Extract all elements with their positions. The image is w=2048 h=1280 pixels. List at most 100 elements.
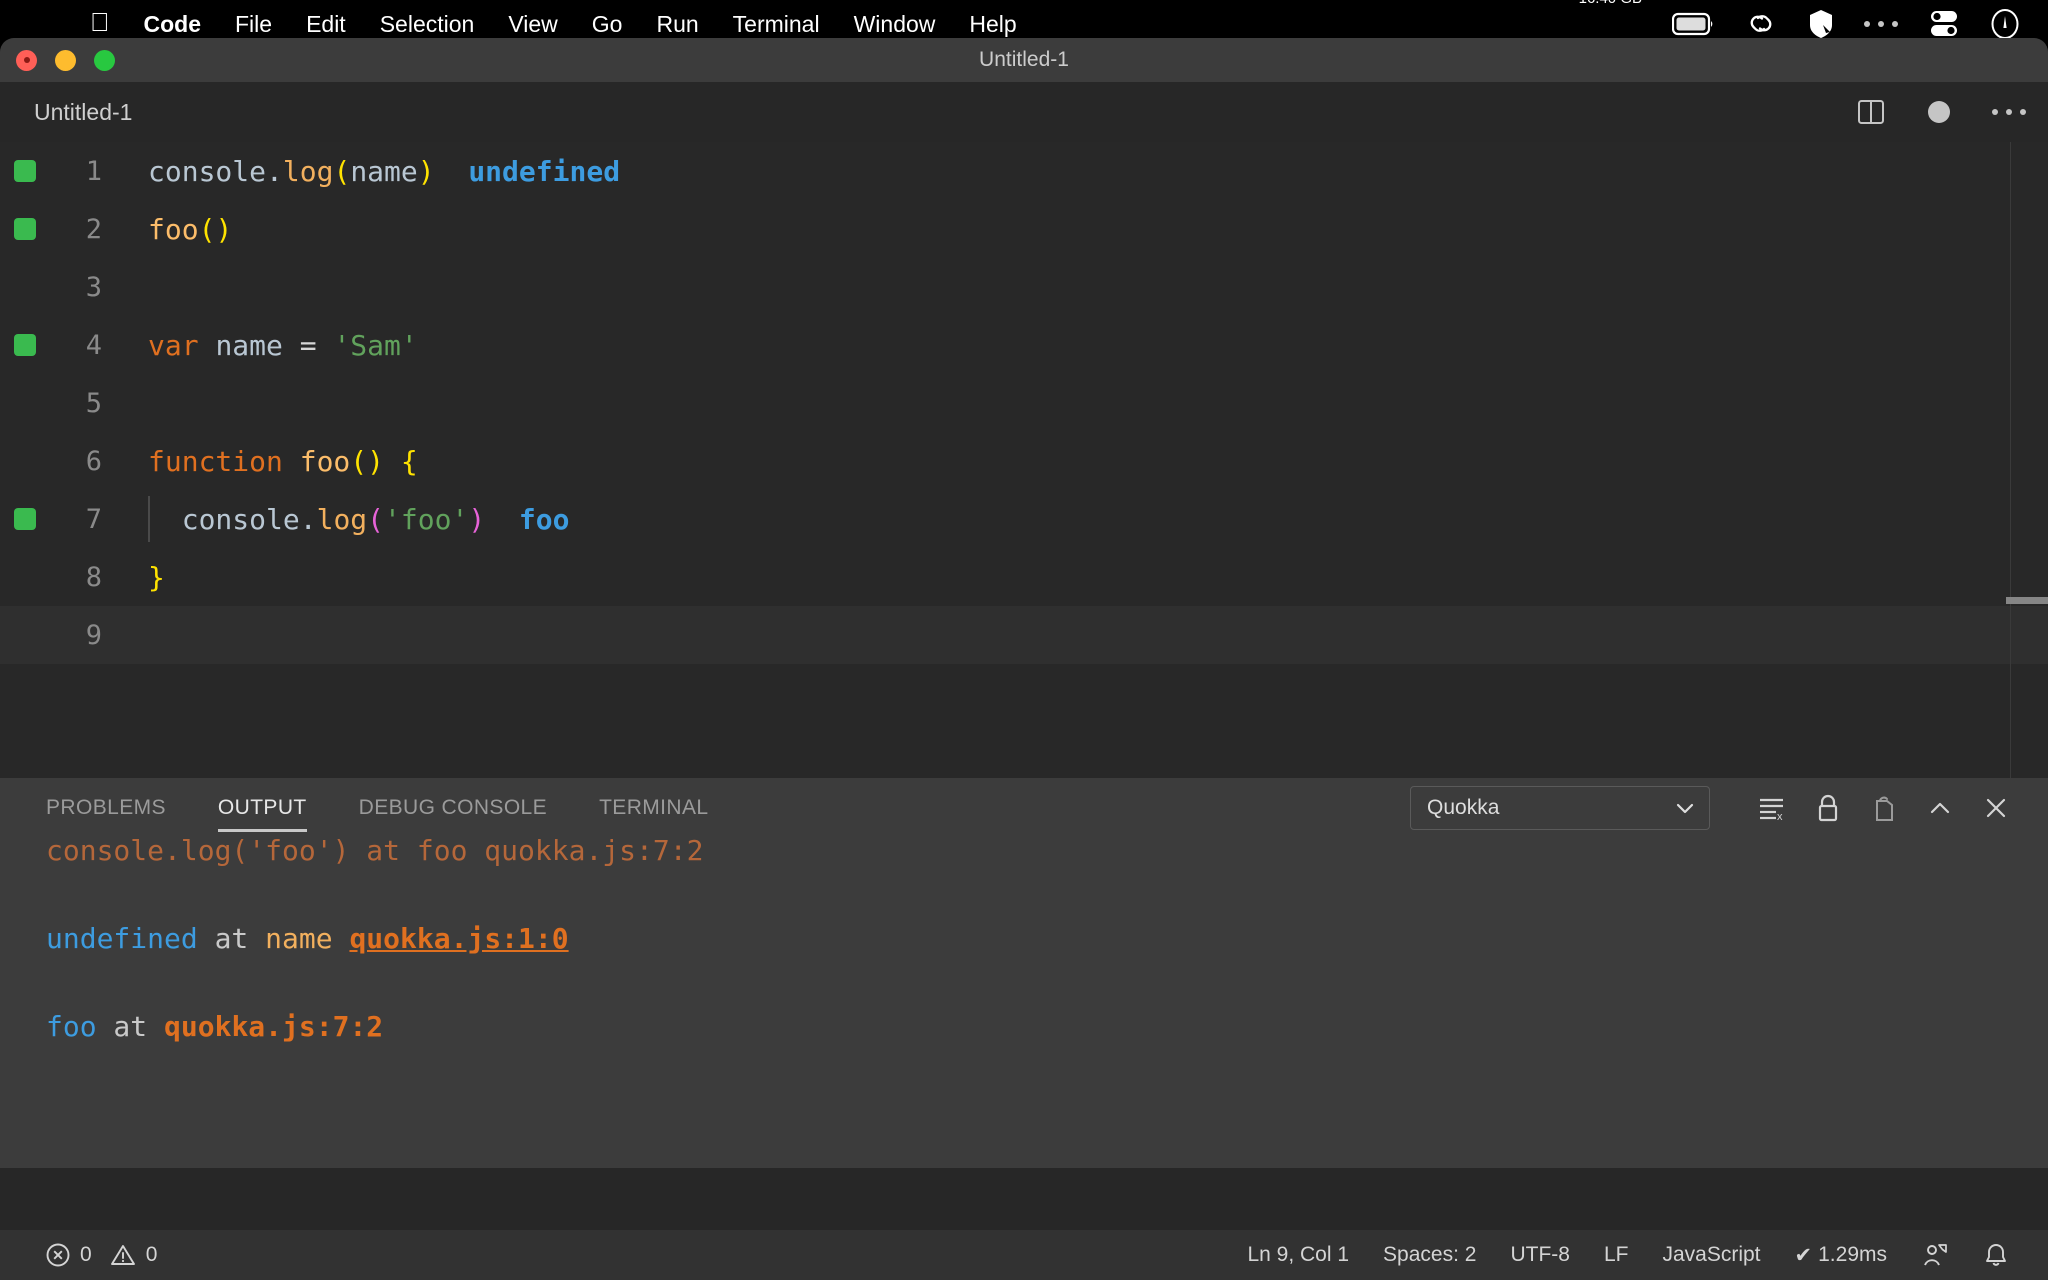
output-token: name xyxy=(265,922,332,955)
menu-item-view[interactable]: View xyxy=(508,11,557,38)
code-line[interactable]: 3 xyxy=(0,258,2048,316)
panel-tab-output[interactable]: OUTPUT xyxy=(218,778,307,838)
code-token: . xyxy=(266,155,283,188)
feedback-icon[interactable] xyxy=(1904,1230,1966,1280)
code-token: ) xyxy=(468,503,485,536)
code-line-text: } xyxy=(120,561,165,594)
panel-tabs: PROBLEMS OUTPUT DEBUG CONSOLE TERMINAL xyxy=(0,778,760,838)
output-token: foo xyxy=(46,1010,97,1043)
code-token: ( xyxy=(350,445,367,478)
close-button[interactable] xyxy=(16,50,37,71)
code-token: foo xyxy=(519,503,570,536)
code-token xyxy=(283,445,300,478)
status-encoding[interactable]: UTF-8 xyxy=(1493,1230,1587,1280)
status-language-mode[interactable]: JavaScript xyxy=(1645,1230,1777,1280)
code-line[interactable]: 7 console.log('foo') foo xyxy=(0,490,2048,548)
link-icon[interactable] xyxy=(1746,10,1778,38)
bell-icon[interactable] xyxy=(1966,1230,2026,1280)
code-line-text: function foo() { xyxy=(120,445,418,478)
menu-item-go[interactable]: Go xyxy=(592,11,623,38)
code-token: 'foo' xyxy=(384,503,468,536)
ellipsis-icon[interactable] xyxy=(1864,21,1898,27)
code-token: . xyxy=(300,503,317,536)
output-channel-value: Quokka xyxy=(1427,796,1673,820)
maximize-panel-icon[interactable] xyxy=(1912,778,1968,838)
split-editor-icon[interactable] xyxy=(1856,97,1886,127)
code-line-text: console.log(name) undefined xyxy=(120,155,620,188)
code-token: ) xyxy=(367,445,384,478)
code-token: log xyxy=(283,155,334,188)
output-token xyxy=(333,922,350,955)
editor-tab-label: Untitled-1 xyxy=(34,99,132,126)
code-token: } xyxy=(148,561,165,594)
more-actions-icon[interactable] xyxy=(1992,109,2026,115)
output-source-link[interactable]: quokka.js:1:0 xyxy=(349,922,568,955)
status-cursor-position[interactable]: Ln 9, Col 1 xyxy=(1230,1230,1366,1280)
warnings-count: 0 xyxy=(146,1243,158,1267)
quokka-coverage-marker xyxy=(14,160,36,182)
menu-item-run[interactable]: Run xyxy=(656,11,698,38)
status-indentation[interactable]: Spaces: 2 xyxy=(1366,1230,1493,1280)
code-line[interactable]: 1console.log(name) undefined xyxy=(0,142,2048,200)
status-eol[interactable]: LF xyxy=(1587,1230,1646,1280)
open-in-editor-icon[interactable] xyxy=(1856,778,1912,838)
panel-tab-problems[interactable]: PROBLEMS xyxy=(46,778,166,838)
apple-icon[interactable]:  xyxy=(90,9,110,35)
menu-item-file[interactable]: File xyxy=(235,11,272,38)
code-line[interactable]: 2foo() xyxy=(0,200,2048,258)
svg-text:x: x xyxy=(1777,811,1783,823)
editor-tab-untitled-1[interactable]: Untitled-1 xyxy=(0,82,158,142)
output-line: foo at quokka.js:7:2 xyxy=(0,982,2048,1070)
code-token: = xyxy=(300,329,317,362)
code-token: ( xyxy=(367,503,384,536)
output-source-link[interactable]: quokka.js:7:2 xyxy=(164,1010,383,1043)
code-line-text: var name = 'Sam' xyxy=(120,329,418,362)
status-bar-left: 0 0 xyxy=(0,1230,174,1280)
code-token: console xyxy=(148,155,266,188)
code-token: name xyxy=(215,329,282,362)
code-line[interactable]: 4var name = 'Sam' xyxy=(0,316,2048,374)
code-line[interactable]: 6function foo() { xyxy=(0,432,2048,490)
menu-item-edit[interactable]: Edit xyxy=(306,11,346,38)
editor-horizontal-scrollbar[interactable] xyxy=(2006,597,2048,604)
menu-item-terminal[interactable]: Terminal xyxy=(733,11,820,38)
menu-item-selection[interactable]: Selection xyxy=(380,11,475,38)
output-channel-select[interactable]: Quokka xyxy=(1410,786,1710,830)
code-line[interactable]: 8} xyxy=(0,548,2048,606)
screen:  Code File Edit Selection View Go Run Terminal… xyxy=(0,0,2048,1280)
panel-tab-debug-console[interactable]: DEBUG CONSOLE xyxy=(359,778,547,838)
maximize-button[interactable] xyxy=(94,50,115,71)
code-token xyxy=(148,503,182,536)
code-token: var xyxy=(148,329,199,362)
close-panel-icon[interactable] xyxy=(1968,778,2024,838)
panel-header: PROBLEMS OUTPUT DEBUG CONSOLE TERMINAL Quok… xyxy=(0,778,2048,838)
error-circle-icon xyxy=(45,1242,71,1268)
line-number: 5 xyxy=(0,388,120,419)
status-quokka[interactable]: ✔ 1.29ms xyxy=(1778,1230,1904,1280)
menu-item-code[interactable]: Code xyxy=(144,11,202,38)
minimize-button[interactable] xyxy=(55,50,76,71)
status-bar: 0 0 Ln 9, Col 1 Spaces: 2 UTF-8 LF JavaS… xyxy=(0,1230,2048,1280)
menu-item-window[interactable]: Window xyxy=(854,11,936,38)
status-problems[interactable]: 0 0 xyxy=(28,1230,174,1280)
menu-item-help[interactable]: Help xyxy=(969,11,1016,38)
toggles-icon[interactable] xyxy=(1928,9,1960,39)
code-editor[interactable]: 1console.log(name) undefined2foo()34var … xyxy=(0,142,2048,778)
code-line[interactable]: 5 xyxy=(0,374,2048,432)
unsaved-dot-icon[interactable] xyxy=(1928,101,1950,123)
panel-tab-terminal[interactable]: TERMINAL xyxy=(599,778,708,838)
window-title: Untitled-1 xyxy=(979,48,1069,72)
control-center-icon[interactable] xyxy=(1990,8,2020,40)
code-token: foo xyxy=(148,213,199,246)
battery-icon[interactable] xyxy=(1672,12,1716,36)
code-token xyxy=(435,155,469,188)
output-panel[interactable]: console.log('foo') at foo quokka.js:7:2u… xyxy=(0,838,2048,1168)
shield-icon[interactable] xyxy=(1808,9,1834,39)
quokka-check-icon: ✔ xyxy=(1795,1243,1813,1268)
code-token: 'Sam' xyxy=(333,329,417,362)
code-line[interactable]: 9 xyxy=(0,606,2048,664)
clear-output-icon[interactable]: x xyxy=(1744,778,1800,838)
indent-guide xyxy=(148,496,150,542)
code-token: foo xyxy=(300,445,351,478)
scroll-lock-icon[interactable] xyxy=(1800,778,1856,838)
